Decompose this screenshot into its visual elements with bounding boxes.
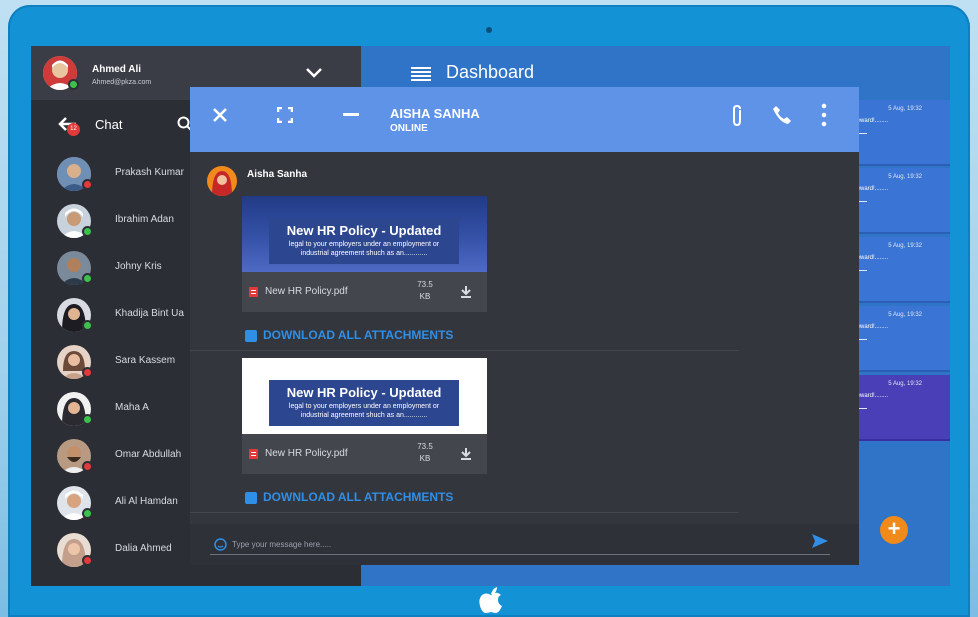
banner-title: New HR Policy - Updated xyxy=(286,223,442,238)
card-text: teward!........ xyxy=(855,186,889,192)
pdf-icon xyxy=(249,287,258,297)
notification-card[interactable]: 5 Aug, 19:32 teward!........ xyxy=(851,100,950,166)
attachment-preview[interactable]: New HR Policy - Updated legal to your em… xyxy=(242,196,487,272)
contact-status-dot xyxy=(82,226,93,237)
notification-card[interactable]: 5 Aug, 19:32 teward!........ xyxy=(851,168,950,234)
contact-status-dot xyxy=(82,320,93,331)
download-all-icon[interactable] xyxy=(245,330,257,342)
attachment-icon[interactable] xyxy=(731,104,743,128)
sender-name: Aisha Sanha xyxy=(247,169,308,180)
chevron-down-icon[interactable] xyxy=(305,66,323,80)
card-time: 5 Aug, 19:32 xyxy=(888,174,922,180)
attachment-footer: New HR Policy.pdf 73.5 KB xyxy=(242,434,487,474)
contact-status-dot xyxy=(82,461,93,472)
contact-status-dot xyxy=(82,179,93,190)
attachment-preview[interactable]: New HR Policy - Updated legal to your em… xyxy=(242,358,487,434)
app-screen: Dashboard 5 Aug, 19:32 teward!........ 5… xyxy=(31,46,950,586)
download-all-link[interactable]: DOWNLOAD ALL ATTACHMENTS xyxy=(263,490,453,504)
contact-name: Johny Kris xyxy=(115,261,162,272)
contact-name: Dalia Ahmed xyxy=(115,543,172,554)
file-name: New HR Policy.pdf xyxy=(265,448,348,459)
phone-icon[interactable] xyxy=(772,105,792,125)
attachment-banner: New HR Policy - Updated legal to your em… xyxy=(269,380,459,426)
composer-underline xyxy=(210,554,830,555)
card-text: teward!........ xyxy=(855,255,889,261)
add-button[interactable]: + xyxy=(880,516,908,544)
card-text: teward!........ xyxy=(855,324,889,330)
close-icon[interactable] xyxy=(212,107,228,123)
user-name: Ahmed Ali xyxy=(92,64,142,75)
sender-avatar xyxy=(207,166,237,196)
emoji-icon[interactable] xyxy=(214,538,227,551)
message-divider xyxy=(190,350,739,351)
pdf-icon xyxy=(249,449,258,459)
dashboard-title: Dashboard xyxy=(446,62,535,82)
contact-status-dot xyxy=(82,508,93,519)
banner-title: New HR Policy - Updated xyxy=(286,385,442,400)
card-time: 5 Aug, 19:32 xyxy=(888,381,922,387)
file-size-unit: KB xyxy=(419,454,431,463)
contact-status-dot xyxy=(82,555,93,566)
contact-status-dot xyxy=(82,367,93,378)
contact-name: Omar Abdullah xyxy=(115,449,182,460)
attachment-card[interactable]: New HR Policy - Updated legal to your em… xyxy=(242,358,487,474)
chat-title: Chat xyxy=(95,117,123,132)
notification-card[interactable]: 5 Aug, 19:32 teward!........ xyxy=(851,237,950,303)
banner-subtitle: legal to your employers under an employm… xyxy=(288,241,440,257)
file-size-unit: KB xyxy=(419,292,431,301)
card-time: 5 Aug, 19:32 xyxy=(888,106,922,112)
card-time: 5 Aug, 19:32 xyxy=(888,312,922,318)
card-text: teward!........ xyxy=(855,118,889,124)
camera-dot xyxy=(486,27,492,33)
user-status-dot xyxy=(68,79,79,90)
file-size-value: 73.5 xyxy=(417,280,433,289)
message-input[interactable] xyxy=(232,534,792,554)
attachment-banner: New HR Policy - Updated legal to your em… xyxy=(269,218,459,264)
card-time: 5 Aug, 19:32 xyxy=(888,243,922,249)
download-all-icon[interactable] xyxy=(245,492,257,504)
download-all-link[interactable]: DOWNLOAD ALL ATTACHMENTS xyxy=(263,328,453,342)
message-composer xyxy=(190,524,859,565)
download-icon[interactable] xyxy=(460,448,472,460)
contact-name: Maha A xyxy=(115,402,149,413)
file-size: 73.5 KB xyxy=(414,279,436,303)
file-size-value: 73.5 xyxy=(417,442,433,451)
chat-contact-name: AISHA SANHA xyxy=(390,106,480,121)
user-email: Ahmed@pkza.com xyxy=(92,79,152,86)
contact-name: Khadija Bint Ua xyxy=(115,308,184,319)
attachment-card[interactable]: New HR Policy - Updated legal to your em… xyxy=(242,196,487,312)
card-text: teward!........ xyxy=(855,393,889,399)
chat-contact-status: ONLINE xyxy=(390,123,428,134)
message-divider xyxy=(190,512,739,513)
download-icon[interactable] xyxy=(460,286,472,298)
more-options-icon[interactable] xyxy=(821,103,827,127)
contact-name: Ibrahim Adan xyxy=(115,214,174,225)
notification-card[interactable]: 5 Aug, 19:32 teward!........ xyxy=(851,375,950,441)
contact-status-dot xyxy=(82,414,93,425)
send-icon[interactable] xyxy=(812,534,828,548)
contact-name: Ali Al Hamdan xyxy=(115,496,178,507)
chat-window: AISHA SANHA ONLINE Aisha Sanha New HR Po… xyxy=(190,87,859,565)
notification-card[interactable]: 5 Aug, 19:32 teward!........ xyxy=(851,306,950,372)
fullscreen-icon[interactable] xyxy=(277,107,293,123)
file-size: 73.5 KB xyxy=(414,441,436,465)
banner-subtitle: legal to your employers under an employm… xyxy=(288,403,440,419)
file-name: New HR Policy.pdf xyxy=(265,286,348,297)
unread-badge: 12 xyxy=(67,123,80,136)
contact-name: Prakash Kumar xyxy=(115,167,184,178)
apple-logo-icon xyxy=(479,587,502,613)
contact-status-dot xyxy=(82,273,93,284)
attachment-footer: New HR Policy.pdf 73.5 KB xyxy=(242,272,487,312)
minimize-icon[interactable] xyxy=(343,113,359,117)
menu-icon[interactable] xyxy=(411,67,431,81)
contact-name: Sara Kassem xyxy=(115,355,176,366)
